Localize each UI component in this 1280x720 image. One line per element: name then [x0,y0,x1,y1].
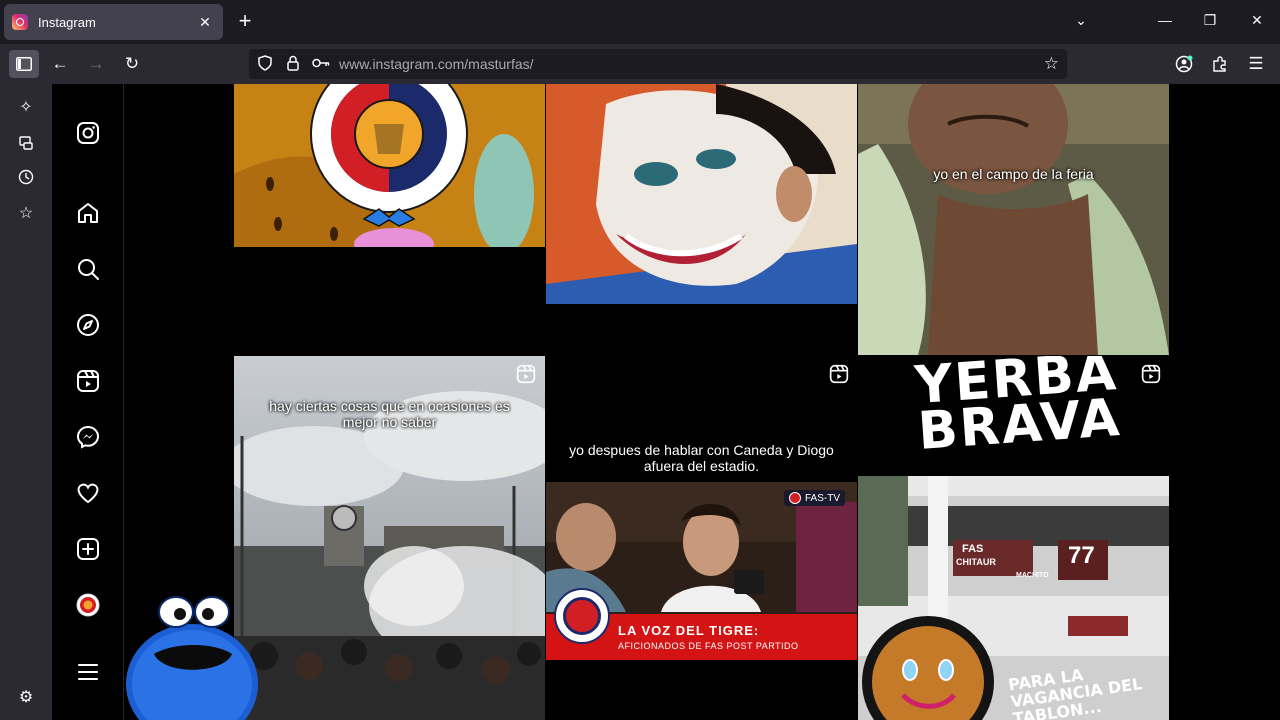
post-caption: hay ciertas cosas que en ocasiones es me… [269,398,510,430]
news-title: LA VOZ DEL TIGRE: [618,623,760,638]
lock-icon[interactable] [279,55,307,74]
post-image-clown [546,84,857,304]
post-image-crest [234,84,545,247]
history-clock-icon[interactable] [14,165,38,189]
reels-icon[interactable] [74,367,102,395]
instagram-favicon-icon [12,14,28,30]
post-tile-crest[interactable] [234,84,545,247]
banner-text-fas: FAS [962,543,984,555]
reel-badge-icon [829,364,849,384]
tab-list-chevron-icon[interactable]: ⌄ [1071,12,1091,29]
explore-compass-icon[interactable] [74,311,102,339]
synced-tabs-icon[interactable] [14,131,38,155]
post-caption: yo despues de hablar con Caneda y Diogo … [569,442,834,474]
bookmarks-star-icon[interactable]: ☆ [14,201,38,225]
instagram-page: yo en el campo de la feria hay ciertas c… [52,84,1280,720]
more-menu-icon[interactable] [74,658,102,686]
notifications-heart-icon[interactable] [74,479,102,507]
cookie-monster-sticker [126,596,258,720]
tracking-shield-icon[interactable] [251,54,279,74]
tab-strip: Instagram ✕ + ⌄ — ❐ ✕ [0,0,1280,44]
sidebar-toggle-icon[interactable] [9,50,39,78]
ai-chatbot-sparkle-icon[interactable]: ✧ [14,95,38,119]
app-menu-icon[interactable]: ☰ [1241,50,1271,78]
account-icon[interactable] [1169,50,1199,78]
url-bar[interactable]: www.instagram.com/masturfas/ ☆ [249,49,1067,79]
post-title-yerba-brava: YERBA BRAVA [912,356,1124,462]
new-tab-icon[interactable]: + [234,10,256,32]
tab-instagram[interactable]: Instagram ✕ [4,4,223,40]
url-host: www.instagram.com [339,56,465,72]
url-path: /masturfas/ [464,56,534,72]
home-icon[interactable] [74,199,102,227]
post-tile-old-man[interactable]: yo en el campo de la feria [858,84,1169,355]
close-window-icon[interactable]: ✕ [1247,12,1267,29]
instagram-sidebar [52,84,124,720]
tab-close-icon[interactable]: ✕ [195,14,215,31]
post-tile-clown[interactable] [546,84,857,304]
restore-icon[interactable]: ❐ [1200,12,1220,29]
instagram-logo-icon[interactable] [74,119,102,147]
bookmark-star-icon[interactable]: ☆ [1044,54,1059,74]
navigation-toolbar: ← → ↻ www.instagram.com/masturfas/ ☆ ☰ [0,44,1280,84]
fas-logo-icon [789,492,801,504]
news-channel-name: FAS-TV [805,492,841,504]
extensions-icon[interactable] [1205,50,1235,78]
post-tile-crowd-smoke[interactable]: hay ciertas cosas que en ocasiones es me… [234,356,545,720]
forward-arrow-icon[interactable]: → [81,50,111,78]
reel-badge-icon [516,364,536,384]
browser-sidebar: ✧ ☆ ⚙ [0,84,52,720]
banner-text-chitaur: CHITAUR [956,557,996,567]
sidebar-settings-gear-icon[interactable]: ⚙ [14,685,38,709]
key-icon[interactable] [307,56,335,72]
messenger-icon[interactable] [74,423,102,451]
fas-crest-badge [554,588,610,644]
post-image-old-man [858,84,1169,355]
create-plus-icon[interactable] [74,535,102,563]
post-tile-interview[interactable]: yo despues de hablar con Caneda y Diogo … [546,356,857,720]
gingerbread-sticker [862,616,994,720]
minimize-icon[interactable]: — [1155,12,1175,28]
back-arrow-icon[interactable]: ← [45,50,75,78]
profile-avatar[interactable] [74,591,102,619]
search-icon[interactable] [74,255,102,283]
fas-crest-inner-icon [563,597,601,635]
reload-icon[interactable]: ↻ [117,50,147,78]
tab-title: Instagram [38,14,96,30]
news-subtitle: AFICIONADOS DE FAS POST PARTIDO [618,641,799,651]
banner-name: MACHITO [1016,572,1049,579]
banner-number: 77 [1068,542,1095,569]
reel-badge-icon [1141,364,1161,384]
post-caption: yo en el campo de la feria [933,166,1094,182]
news-channel-tag: FAS-TV [784,490,846,506]
url-text[interactable]: www.instagram.com/masturfas/ [339,56,534,72]
post-tile-yerba-brava[interactable]: YERBA BRAVA FAS CHITAUR 77 MACHITO PARA … [858,356,1169,720]
